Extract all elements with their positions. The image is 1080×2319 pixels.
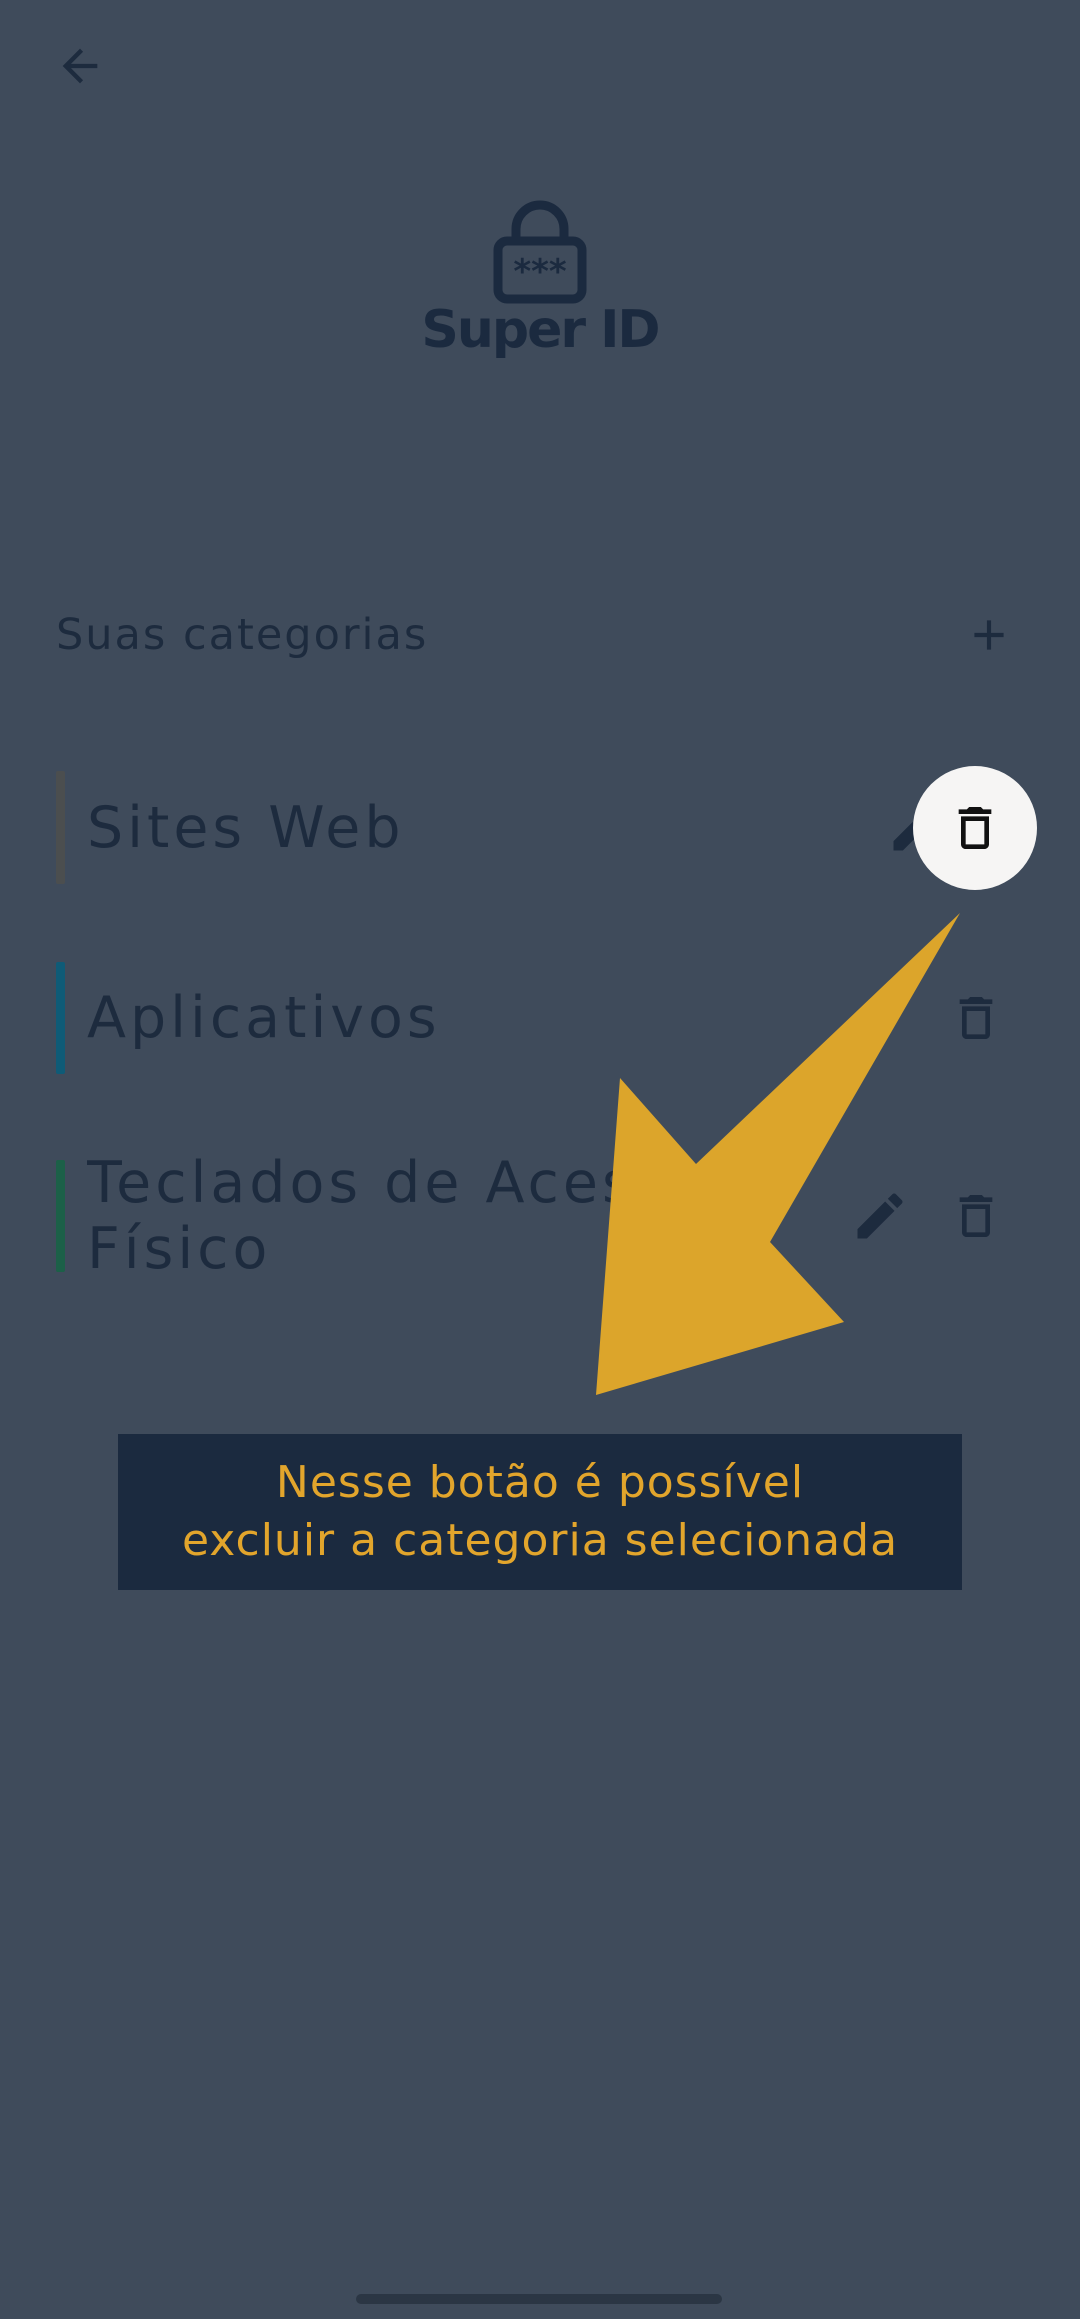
categories-header: Suas categorias bbox=[56, 600, 1016, 670]
category-color-bar bbox=[56, 1160, 65, 1272]
back-button[interactable] bbox=[44, 30, 116, 102]
category-row-teclados[interactable]: Teclados de Acess Físico bbox=[56, 1150, 1046, 1282]
lock-icon: *** bbox=[493, 200, 587, 304]
category-label: Sites Web bbox=[87, 794, 405, 861]
edit-category-button[interactable] bbox=[840, 1176, 920, 1256]
tooltip-line-1: Nesse botão é possível bbox=[275, 1457, 805, 1508]
plus-icon bbox=[974, 620, 1004, 650]
delete-category-button-highlighted[interactable] bbox=[913, 766, 1037, 890]
category-color-bar bbox=[56, 962, 65, 1074]
section-title: Suas categorias bbox=[56, 610, 429, 660]
trash-icon bbox=[958, 807, 992, 849]
add-category-button[interactable] bbox=[954, 600, 1024, 670]
svg-text:***: *** bbox=[513, 252, 567, 292]
category-row-sites-web[interactable]: Sites Web bbox=[56, 771, 1046, 884]
trash-icon bbox=[959, 1195, 993, 1237]
category-label: Teclados de Acess Físico bbox=[87, 1150, 670, 1282]
category-label: Aplicativos bbox=[87, 985, 441, 1051]
app-name: Super ID bbox=[421, 300, 660, 360]
trash-icon bbox=[959, 997, 993, 1039]
category-row-aplicativos[interactable]: Aplicativos bbox=[56, 962, 1046, 1074]
tutorial-tooltip: Nesse botão é possível excluir a categor… bbox=[118, 1434, 962, 1590]
app-logo: *** bbox=[0, 195, 1080, 309]
tooltip-line-2: excluir a categoria selecionada bbox=[181, 1515, 899, 1566]
category-color-bar bbox=[56, 771, 65, 884]
delete-category-button[interactable] bbox=[936, 978, 1016, 1058]
home-indicator[interactable] bbox=[356, 2294, 722, 2304]
pencil-icon bbox=[857, 1193, 903, 1239]
delete-category-button[interactable] bbox=[936, 1176, 1016, 1256]
screen: *** Super ID Suas categorias Sites Web A… bbox=[0, 0, 1080, 2319]
arrow-left-icon bbox=[62, 48, 98, 84]
